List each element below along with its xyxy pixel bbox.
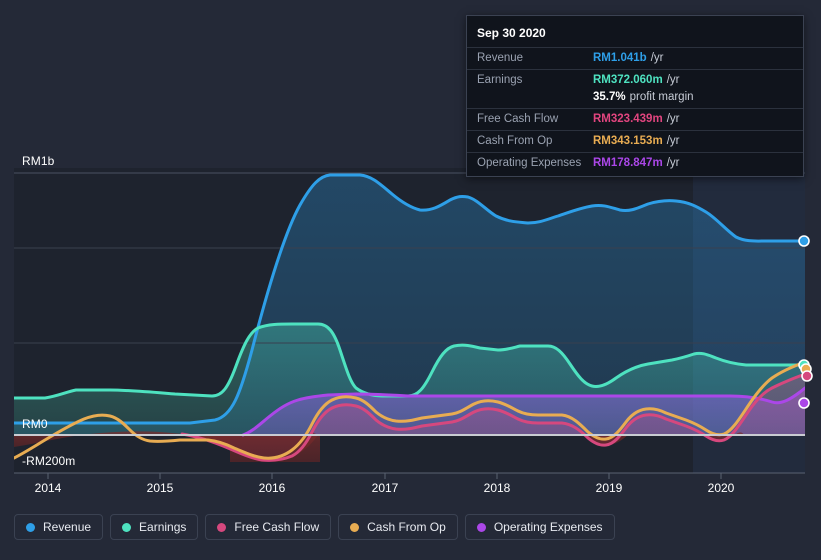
tooltip-value-free-cash-flow: RM323.439m	[593, 113, 663, 125]
tooltip-unit-revenue: /yr	[650, 52, 664, 64]
operating-expenses-endpoint[interactable]	[798, 397, 810, 409]
tooltip-value-revenue: RM1.041b	[593, 52, 647, 64]
tooltip-value-cash-from-op: RM343.153m	[593, 135, 663, 147]
x-axis-label-2019: 2019	[595, 481, 623, 495]
x-axis-label-2017: 2017	[371, 481, 399, 495]
free-cash-flow-color-dot-icon	[217, 522, 227, 532]
tooltip-label-free-cash-flow: Free Cash Flow	[477, 113, 559, 125]
legend-label-cash-from-op: Cash From Op	[367, 520, 446, 534]
legend-label-operating-expenses: Operating Expenses	[493, 520, 603, 534]
tooltip-row-earnings: Earnings RM372.060m /yr	[467, 69, 803, 91]
tooltip-value-operating-expenses: RM178.847m	[593, 157, 663, 169]
tooltip-label-operating-expenses: Operating Expenses	[477, 157, 582, 169]
x-axis-ticks	[47, 473, 722, 479]
x-axis-label-2018: 2018	[483, 481, 511, 495]
tooltip-unit-free-cash-flow: /yr	[666, 113, 680, 125]
chart-tooltip: Sep 30 2020 Revenue RM1.041b /yr Earning…	[466, 15, 804, 177]
y-axis-label-zero: RM0	[22, 417, 48, 431]
legend-item-revenue[interactable]: Revenue	[14, 514, 104, 540]
tooltip-label-earnings: Earnings	[477, 74, 523, 86]
chart-legend: Revenue Earnings Free Cash Flow Cash Fro…	[14, 514, 615, 540]
tooltip-row-operating-expenses: Operating Expenses RM178.847m /yr	[467, 152, 803, 174]
x-axis-label-2016: 2016	[258, 481, 286, 495]
legend-label-revenue: Revenue	[43, 520, 92, 534]
legend-label-free-cash-flow: Free Cash Flow	[234, 520, 320, 534]
tooltip-unit-earnings: /yr	[666, 74, 680, 86]
y-axis-label-neg200m: -RM200m	[22, 454, 76, 468]
legend-item-cash-from-op[interactable]: Cash From Op	[338, 514, 458, 540]
cash-from-op-color-dot-icon	[350, 522, 360, 532]
tooltip-date: Sep 30 2020	[477, 26, 546, 40]
revenue-color-dot-icon	[26, 522, 35, 532]
revenue-endpoint[interactable]	[798, 235, 810, 247]
tooltip-label-profit-margin: profit margin	[629, 91, 694, 103]
x-axis-label-2014: 2014	[34, 481, 62, 495]
tooltip-label-revenue: Revenue	[477, 52, 524, 64]
x-axis-label-2015: 2015	[146, 481, 174, 495]
tooltip-unit-cash-from-op: /yr	[666, 135, 680, 147]
legend-item-earnings[interactable]: Earnings	[110, 514, 199, 540]
tooltip-unit-operating-expenses: /yr	[666, 157, 680, 169]
legend-item-free-cash-flow[interactable]: Free Cash Flow	[205, 514, 332, 540]
earnings-color-dot-icon	[122, 522, 132, 532]
tooltip-value-earnings: RM372.060m	[593, 74, 663, 86]
tooltip-label-cash-from-op: Cash From Op	[477, 135, 553, 147]
legend-label-earnings: Earnings	[139, 520, 187, 534]
free-cash-flow-endpoint[interactable]	[801, 370, 813, 382]
tooltip-value-profit-margin: 35.7%	[593, 91, 626, 103]
x-axis-label-2020: 2020	[707, 481, 735, 495]
tooltip-row-cash-from-op: Cash From Op RM343.153m /yr	[467, 130, 803, 152]
legend-item-operating-expenses[interactable]: Operating Expenses	[464, 514, 615, 540]
tooltip-row-profit-margin: x 35.7% profit margin	[467, 91, 803, 108]
operating-expenses-color-dot-icon	[476, 522, 486, 532]
tooltip-row-free-cash-flow: Free Cash Flow RM323.439m /yr	[467, 108, 803, 130]
y-axis-label-1b: RM1b	[22, 154, 55, 168]
tooltip-row-revenue: Revenue RM1.041b /yr	[467, 47, 803, 69]
chart-screen: RM1b RM0 -RM200m 2014 2015 2016 2017 201…	[0, 0, 821, 560]
